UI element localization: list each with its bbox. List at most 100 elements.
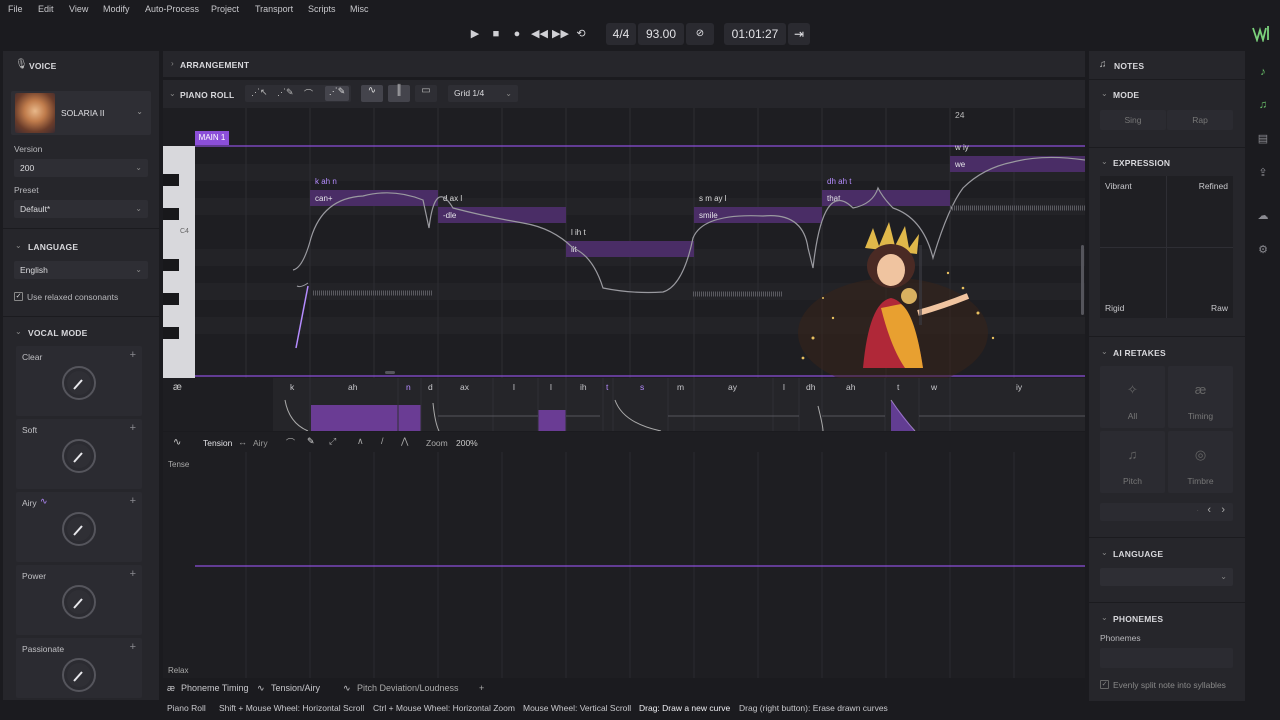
prev-icon[interactable]: ‹ [1207, 504, 1211, 516]
relaxed-consonants-checkbox[interactable]: ✓ [14, 292, 23, 301]
metronome-icon[interactable]: ⊘ [686, 23, 714, 45]
tab-phoneme-timing[interactable]: Phoneme Timing [181, 683, 249, 693]
document-icon[interactable]: ▤ [1255, 131, 1271, 147]
pitch-tool-icon[interactable]: ⌒ [304, 87, 313, 100]
bell-tool-icon[interactable]: ⋀ [401, 436, 408, 447]
chevron-down-icon[interactable]: ⌄ [1101, 89, 1108, 98]
expression-pad[interactable]: Vibrant Refined Rigid Raw [1100, 176, 1233, 318]
mode-power-knob[interactable]: Power + [16, 565, 142, 635]
knob-icon[interactable] [60, 510, 98, 548]
gear-icon[interactable]: ⚙ [1255, 242, 1271, 258]
menu-view[interactable]: View [69, 4, 88, 14]
split-syllables-checkbox[interactable]: ✓ [1100, 680, 1109, 689]
mode-airy-knob[interactable]: Airy ∿ + [16, 492, 142, 562]
retake-timbre-button[interactable]: ◎ Timbre [1168, 431, 1233, 493]
version-dropdown[interactable]: 200 ⌄ [14, 159, 148, 177]
draw-curve-tool-icon[interactable]: ⋰✎ [325, 86, 349, 101]
menu-scripts[interactable]: Scripts [308, 4, 336, 14]
add-icon[interactable]: + [130, 495, 136, 507]
mode-rap-button[interactable]: Rap [1167, 110, 1233, 130]
play-icon[interactable]: ▶ [468, 27, 482, 41]
phonemes-input[interactable] [1100, 648, 1233, 668]
retake-pitch-button[interactable]: ♫ Pitch [1100, 431, 1165, 493]
voice-selector[interactable]: SOLARIA II ⌄ [11, 91, 151, 135]
curve-icon[interactable]: ∿ [173, 437, 181, 448]
microphone-icon[interactable]: ♪ [1255, 64, 1271, 80]
notes-language-dropdown[interactable]: ⌄ [1100, 568, 1233, 586]
tab-tension-airy[interactable]: Tension/Airy [271, 683, 320, 693]
mode-passionate-knob[interactable]: Passionate + [16, 638, 142, 698]
menu-transport[interactable]: Transport [255, 4, 293, 14]
preset-dropdown[interactable]: Default* ⌄ [14, 200, 148, 218]
mode-sing-button[interactable]: Sing [1100, 110, 1166, 130]
chevron-down-icon: ⌄ [136, 107, 143, 116]
menu-modify[interactable]: Modify [103, 4, 130, 14]
tab-pitch-deviation[interactable]: Pitch Deviation/Loudness [357, 683, 459, 693]
rewind-icon[interactable]: ◀◀ [531, 27, 548, 41]
parameter-airy[interactable]: Airy [253, 438, 268, 448]
export-icon[interactable]: ⇪ [1255, 165, 1271, 181]
music-note-icon[interactable]: ♫ [1255, 97, 1271, 113]
next-icon[interactable]: › [1221, 504, 1225, 516]
record-icon[interactable]: ● [510, 27, 524, 41]
fast-forward-icon[interactable]: ▶▶ [552, 27, 569, 41]
tempo[interactable]: 93.00 [638, 23, 684, 45]
chevron-down-icon[interactable]: ⌄ [1101, 347, 1108, 356]
retake-history[interactable]: · ‹ › [1100, 503, 1233, 521]
arrangement-header[interactable]: › ARRANGEMENT [163, 51, 1085, 77]
calendar-icon[interactable]: ▭ [415, 85, 437, 102]
preset-value: Default* [20, 204, 51, 214]
chevron-right-icon[interactable]: › [171, 59, 174, 68]
pen-tool-icon[interactable]: ⋰✎ [277, 87, 294, 98]
loop-icon[interactable]: ⟲ [574, 27, 588, 41]
chevron-down-icon[interactable]: ⌄ [1101, 157, 1108, 166]
grid-dropdown[interactable]: Grid 1/4 ⌄ [448, 85, 518, 102]
language-dropdown[interactable]: English ⌄ [14, 261, 148, 279]
horizontal-scroll-handle[interactable] [385, 371, 395, 374]
chevron-down-icon[interactable]: ⌄ [1101, 548, 1108, 557]
mode-soft-knob[interactable]: Soft + [16, 419, 142, 489]
line-tool-icon[interactable]: ⤢ [329, 436, 336, 447]
parameter-tension[interactable]: Tension [203, 438, 232, 448]
parameter-lane[interactable]: ∿ Tension ↔ Airy ⌒ ✎ ⤢ ∧ / ⋀ Zoom 200% T… [163, 432, 1085, 678]
knob-icon[interactable] [60, 437, 98, 475]
mode-clear-knob[interactable]: Clear + [16, 346, 142, 416]
chevron-down-icon[interactable]: ⌄ [15, 241, 22, 250]
chevron-down-icon[interactable]: ⌄ [15, 327, 22, 336]
zoom-value[interactable]: 200% [456, 438, 478, 448]
waveform-toggle-icon[interactable]: ║ [388, 85, 410, 102]
pitch-curve[interactable] [163, 108, 1085, 378]
playhead-position[interactable]: 01:01:27 [724, 23, 786, 45]
chevron-down-icon[interactable]: ⌄ [1101, 613, 1108, 622]
menu-misc[interactable]: Misc [350, 4, 369, 14]
stop-icon[interactable]: ■ [489, 27, 503, 41]
add-icon[interactable]: + [130, 349, 136, 361]
retake-timing-button[interactable]: æ Timing [1168, 366, 1233, 428]
add-icon[interactable]: + [130, 568, 136, 580]
select-tool-icon[interactable]: ⋰↖ [251, 87, 268, 98]
vertical-scrollbar[interactable] [1081, 245, 1084, 315]
add-icon[interactable]: + [130, 641, 136, 653]
time-signature[interactable]: 4/4 [606, 23, 636, 45]
menu-auto-process[interactable]: Auto-Process [145, 4, 199, 14]
chevron-down-icon[interactable]: ⌄ [169, 89, 176, 98]
pitch-curve-toggle-icon[interactable]: ∿ [361, 85, 383, 102]
jump-to-end-icon[interactable]: ⇥ [788, 23, 810, 45]
menu-file[interactable]: File [8, 4, 23, 14]
add-tab-button[interactable]: + [479, 683, 484, 693]
retake-all-button[interactable]: ✧ All [1100, 366, 1165, 428]
menu-project[interactable]: Project [211, 4, 239, 14]
timing-icon: æ [1194, 382, 1207, 397]
knob-icon[interactable] [60, 656, 98, 694]
arc-tool-icon[interactable]: ⌒ [286, 436, 295, 449]
knob-icon[interactable] [60, 364, 98, 402]
menu-edit[interactable]: Edit [38, 4, 54, 14]
cloud-icon[interactable]: ☁ [1255, 208, 1271, 224]
swap-icon[interactable]: ↔ [238, 437, 247, 447]
pencil-icon[interactable]: ✎ [307, 436, 315, 447]
peak-tool-icon[interactable]: ∧ [357, 436, 364, 447]
add-icon[interactable]: + [130, 422, 136, 434]
phoneme-lane[interactable]: æ [163, 378, 1085, 431]
slope-tool-icon[interactable]: / [381, 436, 384, 446]
knob-icon[interactable] [60, 583, 98, 621]
